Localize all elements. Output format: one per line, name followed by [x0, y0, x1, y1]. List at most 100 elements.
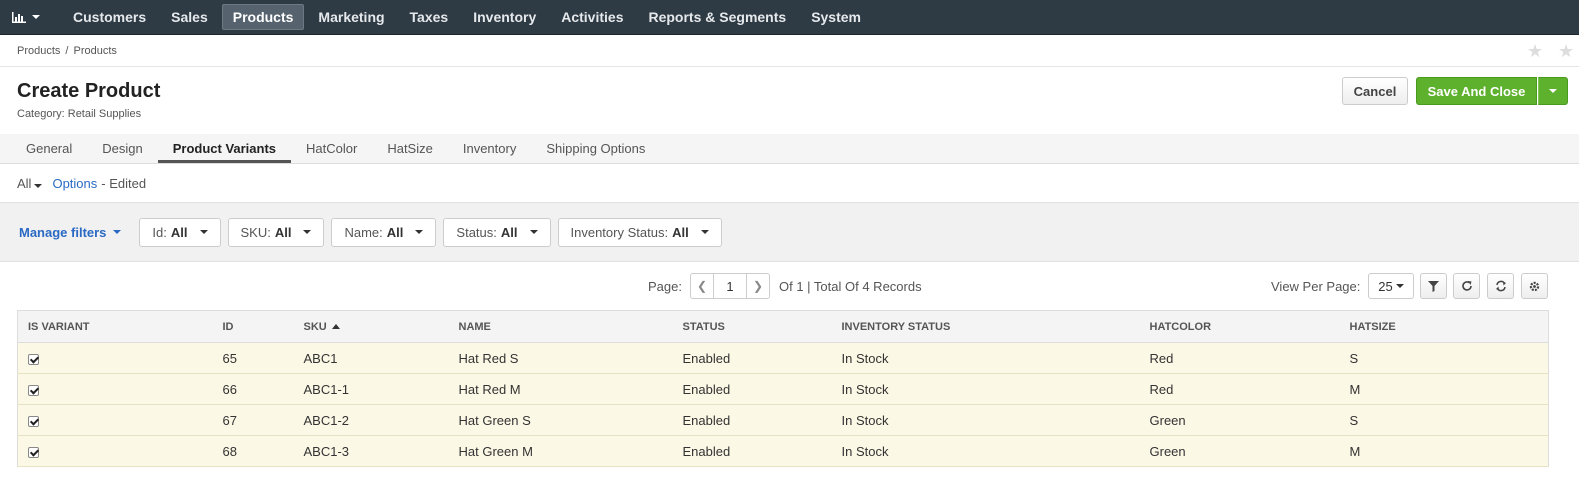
name-cell: Hat Red S [448, 342, 673, 374]
nav-marketing[interactable]: Marketing [307, 4, 395, 30]
table-row[interactable]: 65 ABC1 Hat Red S Enabled In Stock Red S [17, 342, 1549, 374]
breadcrumb-item-current: Products [73, 44, 117, 57]
filter-id[interactable]: Id: All [139, 217, 221, 247]
is-variant-checkbox[interactable] [28, 353, 39, 365]
star-icon[interactable]: ★ [1527, 41, 1543, 62]
chevron-left-icon[interactable]: ❮ [691, 274, 713, 298]
sku-cell: ABC1-3 [293, 435, 449, 467]
save-options-button[interactable] [1538, 77, 1568, 105]
filter-name: Status: [456, 224, 497, 240]
nav-sales[interactable]: Sales [160, 4, 219, 30]
page-header: Create Product Category: Retail Supplies… [0, 67, 1579, 134]
sku-cell: ABC1-2 [293, 404, 449, 436]
pagination-bar: Page: ❮ 1 ❯ Of 1 | Total Of 4 Records Vi… [0, 262, 1579, 310]
tab-inventory[interactable]: Inventory [448, 134, 531, 163]
name-cell: Hat Green M [448, 435, 673, 467]
filter-value: All [386, 224, 404, 240]
view-per-page-label: View Per Page: [1271, 279, 1361, 294]
nav-activities[interactable]: Activities [550, 4, 634, 30]
table-row[interactable]: 67 ABC1-2 Hat Green S Enabled In Stock G… [17, 404, 1549, 436]
per-page-dropdown[interactable]: 25 [1368, 273, 1414, 299]
sort-ascending-icon [331, 323, 340, 329]
breadcrumb-item-products[interactable]: Products [17, 45, 60, 57]
nav-system[interactable]: System [800, 4, 872, 30]
grid-settings-button[interactable] [1521, 273, 1548, 299]
tab-shipping-options[interactable]: Shipping Options [531, 134, 660, 163]
is-variant-checkbox[interactable] [28, 384, 39, 396]
column-is-variant[interactable]: IS VARIANT [17, 310, 213, 343]
column-inventory-status[interactable]: INVENTORY STATUS [831, 310, 1140, 343]
hatcolor-cell: Green [1139, 404, 1340, 436]
is-variant-cell [17, 373, 213, 405]
options-link[interactable]: Options [52, 176, 97, 191]
filter-value: All [500, 224, 518, 240]
id-cell: 67 [212, 404, 294, 436]
column-status[interactable]: STATUS [672, 310, 832, 343]
dashboard-menu[interactable] [12, 11, 40, 23]
is-variant-checkbox[interactable] [28, 446, 39, 458]
column-sku[interactable]: SKU [293, 310, 449, 343]
manage-filters-button[interactable]: Manage filters [19, 225, 122, 240]
hatsize-cell: M [1339, 435, 1549, 467]
column-hatcolor[interactable]: HATCOLOR [1139, 310, 1340, 343]
column-hatsize[interactable]: HATSIZE [1339, 310, 1549, 343]
refresh-button[interactable] [1453, 273, 1480, 299]
save-and-close-button[interactable]: Save And Close [1416, 77, 1537, 105]
table-header-row: IS VARIANT ID SKU NAME STATUS INVENTORY … [17, 310, 1549, 343]
hatcolor-cell: Red [1139, 342, 1340, 374]
category-label: Category: Retail Supplies [17, 108, 142, 120]
per-page-value: 25 [1378, 278, 1393, 294]
cancel-button[interactable]: Cancel [1342, 77, 1408, 105]
hatcolor-cell: Red [1139, 373, 1340, 405]
inventory-status-cell: In Stock [831, 342, 1140, 374]
chevron-down-icon [1549, 89, 1557, 93]
hatsize-cell: S [1339, 342, 1549, 374]
chevron-down-icon [529, 230, 538, 234]
nav-products[interactable]: Products [221, 4, 305, 30]
is-variant-cell [17, 404, 213, 436]
name-cell: Hat Red M [448, 373, 673, 405]
table-row[interactable]: 66 ABC1-1 Hat Red M Enabled In Stock Red… [17, 373, 1549, 405]
is-variant-checkbox[interactable] [28, 415, 39, 427]
nav-customers[interactable]: Customers [62, 4, 157, 30]
is-variant-cell [17, 435, 213, 467]
inventory-status-cell: In Stock [831, 435, 1140, 467]
column-name[interactable]: NAME [448, 310, 673, 343]
nav-inventory[interactable]: Inventory [462, 4, 547, 30]
breadcrumb: Products / Products ★ ★ [0, 35, 1579, 67]
view-all-dropdown[interactable]: All [17, 176, 43, 191]
hatcolor-cell: Green [1139, 435, 1340, 467]
filter-toggle-button[interactable] [1420, 273, 1447, 299]
sku-cell: ABC1-1 [293, 373, 449, 405]
nav-reports-segments[interactable]: Reports & Segments [637, 4, 797, 30]
inventory-status-cell: In Stock [831, 404, 1140, 436]
breadcrumb-separator: / [65, 44, 69, 57]
reset-button[interactable] [1487, 273, 1514, 299]
page-number-input[interactable]: 1 [713, 274, 747, 298]
filter-name-field[interactable]: Name: All [331, 217, 437, 247]
tab-product-variants[interactable]: Product Variants [157, 134, 292, 163]
records-total: Of 1 | Total Of 4 Records [779, 279, 922, 294]
tab-design[interactable]: Design [87, 134, 157, 163]
filter-status[interactable]: Status: All [443, 217, 551, 247]
filter-sku[interactable]: SKU: All [227, 217, 325, 247]
gear-icon [1529, 281, 1540, 291]
tab-hatsize[interactable]: HatSize [372, 134, 448, 163]
chevron-down-icon [303, 230, 312, 234]
filter-icon [1428, 280, 1439, 292]
pin-icon[interactable]: ★ [1558, 41, 1574, 62]
tab-general[interactable]: General [11, 134, 87, 163]
chevron-right-icon[interactable]: ❯ [747, 274, 769, 298]
chevron-down-icon [199, 230, 208, 234]
filter-name: SKU: [240, 224, 271, 240]
table-row[interactable]: 68 ABC1-3 Hat Green M Enabled In Stock G… [17, 435, 1549, 467]
tab-hatcolor[interactable]: HatColor [291, 134, 372, 163]
filter-name: Inventory Status: [570, 224, 669, 240]
nav-taxes[interactable]: Taxes [399, 4, 460, 30]
refresh-icon [1461, 281, 1472, 291]
grid-view-selector: All Options - Edited [0, 164, 1579, 202]
filter-inventory-status[interactable]: Inventory Status: All [557, 217, 722, 247]
filter-value: All [170, 224, 188, 240]
column-id[interactable]: ID [212, 310, 294, 343]
name-cell: Hat Green S [448, 404, 673, 436]
